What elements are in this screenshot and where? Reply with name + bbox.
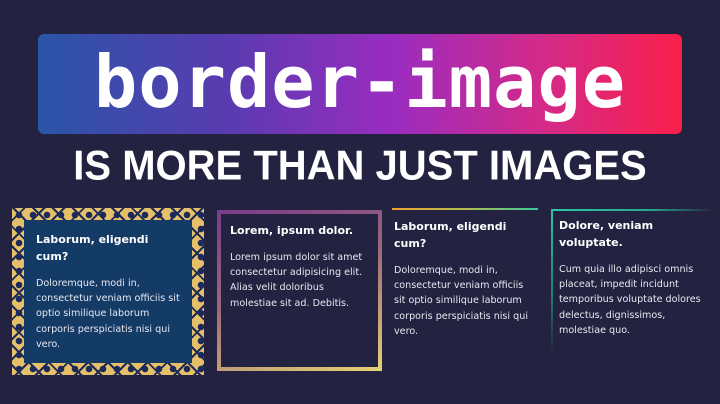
card-heading: Laborum, eligendi cum?: [394, 220, 507, 250]
card-content: Lorem, ipsum dolor. Lorem ipsum dolor si…: [221, 214, 378, 367]
card-gradient-border: Lorem, ipsum dolor. Lorem ipsum dolor si…: [217, 210, 382, 371]
card-body: Doloremque, modi in, consectetur veniam …: [394, 265, 528, 337]
card-heading: Lorem, ipsum dolor.: [230, 224, 354, 237]
card-heading: Dolore, veniam voluptate.: [559, 219, 654, 249]
card-top-border-line: [392, 208, 538, 210]
card-patterned-border: Laborum, eligendi cum? Doloremque, modi …: [12, 208, 204, 375]
card-body: Doloremque, modi in, consectetur veniam …: [36, 278, 180, 350]
card-body: Lorem ipsum dolor sit amet consectetur a…: [230, 252, 363, 309]
subtitle: IS MORE THAN JUST IMAGES: [73, 142, 647, 190]
card-content: Laborum, eligendi cum? Doloremque, modi …: [24, 220, 192, 363]
card-body: Cum quia illo adipisci omnis placeat, im…: [559, 264, 701, 336]
card-top-line-border: Laborum, eligendi cum? Doloremque, modi …: [392, 208, 538, 338]
title: border-image: [93, 40, 627, 124]
card-corner-border: Dolore, veniam voluptate. Cum quia illo …: [551, 209, 715, 353]
card-left-border-line: [551, 209, 553, 353]
card-heading: Laborum, eligendi cum?: [36, 233, 149, 263]
card-top-border-line: [551, 209, 715, 211]
title-banner: border-image: [38, 34, 682, 134]
